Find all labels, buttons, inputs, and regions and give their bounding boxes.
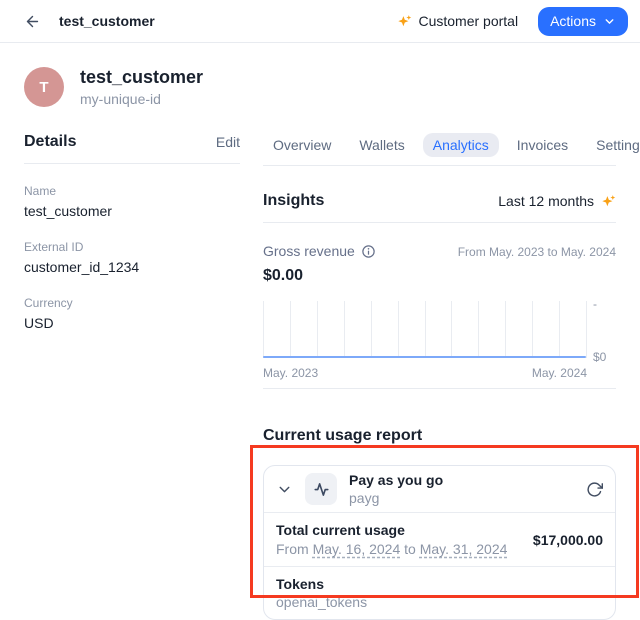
- sparkle-icon: [601, 194, 616, 209]
- field-value: USD: [24, 315, 240, 331]
- chart-plot-area: [263, 301, 587, 358]
- gross-revenue-metric: Gross revenue $0.00 From May. 2023 to Ma…: [263, 243, 616, 285]
- total-usage-row: Total current usage From May. 16, 2024 t…: [264, 512, 615, 566]
- customer-header: T test_customer my-unique-id: [0, 43, 640, 133]
- customer-external-id: my-unique-id: [80, 91, 203, 107]
- field-value: test_customer: [24, 203, 240, 219]
- usage-item-name: Tokens: [276, 576, 367, 592]
- period-label: Last 12 months: [498, 193, 594, 209]
- field-external-id: External ID customer_id_1234: [24, 240, 240, 275]
- details-title: Details: [24, 133, 76, 151]
- actions-button[interactable]: Actions: [538, 7, 628, 36]
- field-label: External ID: [24, 240, 240, 254]
- usage-report-title: Current usage report: [263, 427, 616, 445]
- topbar-title: test_customer: [59, 13, 155, 29]
- metric-range: From May. 2023 to May. 2024: [458, 243, 616, 259]
- arrow-left-icon: [24, 13, 41, 30]
- y-axis-max-label: -: [587, 297, 616, 311]
- refresh-icon: [586, 481, 603, 498]
- insights-title: Insights: [263, 192, 324, 210]
- metric-label: Gross revenue: [263, 243, 355, 259]
- tab-analytics[interactable]: Analytics: [423, 133, 499, 157]
- period-from-date[interactable]: May. 16, 2024: [313, 541, 401, 557]
- section-divider: [263, 388, 616, 389]
- plan-code: payg: [349, 490, 443, 506]
- chart-zero-line: [263, 356, 586, 358]
- usage-period: From May. 16, 2024 to May. 31, 2024: [276, 541, 507, 557]
- usage-item-code: openai_tokens: [276, 594, 367, 610]
- top-bar: test_customer Customer portal Actions: [0, 0, 640, 43]
- back-button[interactable]: [24, 13, 41, 30]
- customer-name: test_customer: [80, 67, 203, 88]
- y-axis-zero-label: $0: [587, 350, 616, 364]
- info-icon[interactable]: [361, 244, 376, 259]
- field-label: Name: [24, 184, 240, 198]
- tab-invoices[interactable]: Invoices: [507, 133, 578, 157]
- plan-header-row: Pay as you go payg: [264, 466, 615, 512]
- field-name: Name test_customer: [24, 184, 240, 219]
- plan-icon-badge: [305, 473, 337, 505]
- tab-overview[interactable]: Overview: [263, 133, 341, 157]
- usage-plan-card: Pay as you go payg Total current usage F…: [263, 465, 616, 620]
- period-selector[interactable]: Last 12 months: [498, 193, 616, 209]
- usage-item-row: Tokens openai_tokens: [264, 566, 615, 619]
- actions-label: Actions: [550, 13, 596, 29]
- period-prefix: From: [276, 541, 309, 557]
- x-axis-start-label: May. 2023: [263, 366, 318, 380]
- tab-wallets[interactable]: Wallets: [349, 133, 414, 157]
- avatar: T: [24, 67, 64, 107]
- edit-button[interactable]: Edit: [216, 134, 240, 150]
- activity-pulse-icon: [314, 482, 329, 497]
- chevron-down-icon: [276, 481, 293, 498]
- content-panel: Overview Wallets Analytics Invoices Sett…: [263, 133, 616, 620]
- x-axis-end-label: May. 2024: [532, 366, 587, 380]
- collapse-toggle[interactable]: [276, 481, 293, 498]
- sparkle-icon: [397, 14, 412, 29]
- plan-name: Pay as you go: [349, 472, 443, 488]
- metric-value: $0.00: [263, 267, 376, 285]
- customer-portal-label: Customer portal: [418, 13, 518, 29]
- field-label: Currency: [24, 296, 240, 310]
- refresh-button[interactable]: [586, 481, 603, 498]
- chevron-down-icon: [603, 15, 616, 28]
- details-panel: Details Edit Name test_customer External…: [24, 133, 240, 620]
- total-usage-amount: $17,000.00: [533, 532, 603, 548]
- total-usage-label: Total current usage: [276, 522, 507, 538]
- period-join: to: [404, 541, 416, 557]
- customer-portal-button[interactable]: Customer portal: [397, 13, 518, 29]
- gross-revenue-chart: - $0 May. 2023 May. 2024: [263, 301, 616, 380]
- tab-bar: Overview Wallets Analytics Invoices Sett…: [263, 133, 616, 166]
- field-currency: Currency USD: [24, 296, 240, 331]
- tab-settings[interactable]: Settings: [586, 133, 640, 157]
- field-value: customer_id_1234: [24, 259, 240, 275]
- period-to-date[interactable]: May. 31, 2024: [420, 541, 508, 557]
